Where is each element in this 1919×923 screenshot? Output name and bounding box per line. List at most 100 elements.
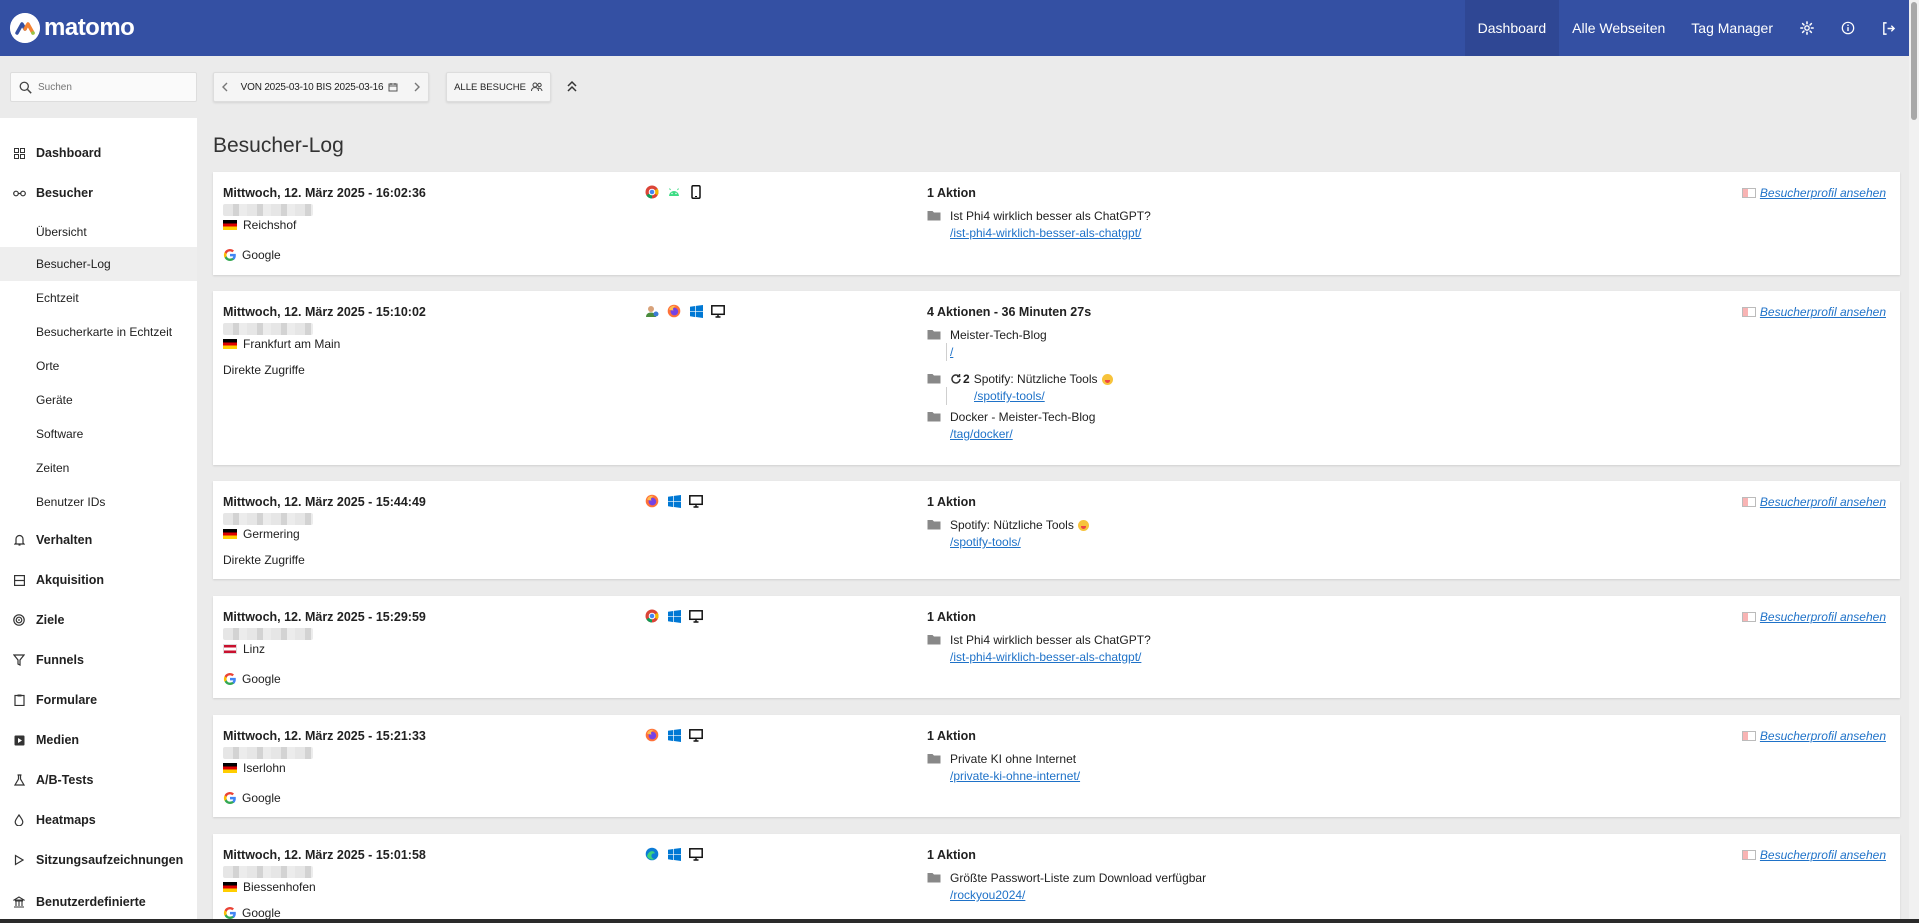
windows-icon[interactable]	[666, 846, 682, 862]
desktop-icon[interactable]	[688, 727, 704, 743]
action-url-link[interactable]: /spotify-tools/	[974, 389, 1045, 403]
sidebar-item-heatmaps[interactable]: Heatmaps	[0, 810, 197, 830]
visitor-profile-link[interactable]: Besucherprofil ansehen	[1741, 305, 1886, 319]
sidebar-item-sitzungsaufzeichnungen[interactable]: Sitzungsaufzeichnungen	[0, 850, 197, 870]
period-label[interactable]: VON 2025-03-10 BIS 2025-03-16	[236, 82, 388, 93]
sidebar-item-medien[interactable]: Medien	[0, 730, 197, 750]
folder-icon	[927, 520, 941, 530]
visitor-profile-link[interactable]: Besucherprofil ansehen	[1741, 495, 1886, 509]
windows-icon[interactable]	[666, 727, 682, 743]
sidebar-item-benutzerdefinierte[interactable]: Benutzerdefinierte	[0, 892, 197, 912]
calendar-icon[interactable]	[388, 82, 400, 92]
visitor-profile-link[interactable]: Besucherprofil ansehen	[1741, 729, 1886, 743]
sidebar-item-label: Übersicht	[36, 225, 87, 239]
action-url-link[interactable]: /	[950, 345, 953, 359]
action-url-link[interactable]: /rockyou2024/	[950, 888, 1025, 902]
windows-icon[interactable]	[666, 608, 682, 624]
period-selector[interactable]: VON 2025-03-10 BIS 2025-03-16	[213, 72, 429, 102]
visitor-profile-icon	[1741, 731, 1756, 741]
segment-selector[interactable]: ALLE BESUCHE	[446, 72, 551, 102]
smiley-emoji-icon	[1101, 373, 1113, 385]
action-title-group: 2 Spotify: Nützliche Tools	[950, 372, 1113, 386]
visit-location: Frankfurt am Main	[223, 337, 340, 351]
windows-icon[interactable]	[666, 493, 682, 509]
sidebar-item-software[interactable]: Software	[0, 424, 197, 444]
firefox-icon[interactable]	[644, 493, 660, 509]
desktop-icon[interactable]	[688, 493, 704, 509]
visit-action-summary: 1 Aktion	[927, 495, 976, 509]
smartphone-icon[interactable]	[688, 184, 704, 200]
collapse-toolbar-chevron-icon[interactable]	[565, 78, 579, 94]
search-box[interactable]	[10, 72, 197, 102]
topnav-dashboard[interactable]: Dashboard	[1464, 0, 1560, 56]
visitor-profile-link[interactable]: Besucherprofil ansehen	[1741, 610, 1886, 624]
sidebar-item-ab-tests[interactable]: A/B-Tests	[0, 770, 197, 790]
windows-icon[interactable]	[688, 303, 704, 319]
visit-action-summary: 1 Aktion	[927, 186, 976, 200]
sidebar-item-label: Sitzungsaufzeichnungen	[36, 853, 184, 867]
action-url-link[interactable]: /private-ki-ohne-internet/	[950, 769, 1080, 783]
topnav-all-websites[interactable]: Alle Webseiten	[1559, 0, 1678, 56]
germany-flag-icon	[223, 339, 237, 349]
sidebar-item-besucherkarte[interactable]: Besucherkarte in Echtzeit	[0, 322, 197, 342]
masked-ip	[223, 747, 313, 759]
sidebar-item-besucher[interactable]: Besucher	[0, 183, 197, 203]
visit-city: Reichshof	[243, 218, 297, 232]
visit-row: Mittwoch, 12. März 2025 - 15:44:49 Germe…	[213, 481, 1900, 579]
scrollbar-thumb[interactable]	[1911, 2, 1917, 120]
action-url-link[interactable]: /tag/docker/	[950, 427, 1013, 441]
sidebar-item-label: Geräte	[36, 393, 73, 407]
sidebar-item-uebersicht[interactable]: Übersicht	[0, 218, 197, 246]
referrer-label: Google	[242, 248, 281, 262]
desktop-icon[interactable]	[688, 608, 704, 624]
next-period-chevron-icon[interactable]	[406, 82, 428, 92]
germany-flag-icon	[223, 763, 237, 773]
action-url-link[interactable]: /spotify-tools/	[950, 535, 1021, 549]
sidebar-item-echtzeit[interactable]: Echtzeit	[0, 288, 197, 308]
chrome-icon[interactable]	[644, 184, 660, 200]
building-icon	[12, 895, 26, 909]
segment-label: ALLE BESUCHE	[454, 81, 526, 93]
edge-icon[interactable]	[644, 846, 660, 862]
google-icon	[223, 906, 236, 920]
action-title: Ist Phi4 wirklich besser als ChatGPT?	[950, 633, 1151, 647]
sidebar-item-verhalten[interactable]: Verhalten	[0, 530, 197, 550]
masked-ip	[223, 204, 313, 216]
search-input[interactable]	[38, 81, 188, 93]
topnav-tag-manager[interactable]: Tag Manager	[1678, 0, 1786, 56]
visitor-profile-link[interactable]: Besucherprofil ansehen	[1741, 186, 1886, 200]
info-icon[interactable]	[1827, 0, 1868, 56]
sidebar-item-label: Besucher-Log	[36, 257, 111, 271]
sidebar-item-benutzer-ids[interactable]: Benutzer IDs	[0, 492, 197, 512]
sidebar-item-dashboard[interactable]: Dashboard	[0, 143, 197, 163]
gear-icon[interactable]	[1786, 0, 1827, 56]
chrome-icon[interactable]	[644, 608, 660, 624]
sidebar-item-ziele[interactable]: Ziele	[0, 610, 197, 630]
folder-icon	[927, 211, 941, 221]
desktop-icon[interactable]	[688, 846, 704, 862]
page-scrollbar[interactable]	[1909, 0, 1919, 923]
sidebar-item-geraete[interactable]: Geräte	[0, 390, 197, 410]
matomo-logo[interactable]: matomo	[10, 13, 135, 43]
glasses-icon	[12, 186, 26, 200]
action-url-link[interactable]: /ist-phi4-wirklich-besser-als-chatgpt/	[950, 226, 1141, 240]
sidebar-item-formulare[interactable]: Formulare	[0, 690, 197, 710]
firefox-icon[interactable]	[644, 727, 660, 743]
sidebar-item-zeiten[interactable]: Zeiten	[0, 458, 197, 478]
returning-visitor-icon[interactable]	[644, 303, 660, 319]
action-url-link[interactable]: /ist-phi4-wirklich-besser-als-chatgpt/	[950, 650, 1141, 664]
firefox-icon[interactable]	[666, 303, 682, 319]
sidebar-item-funnels[interactable]: Funnels	[0, 650, 197, 670]
previous-period-chevron-icon[interactable]	[214, 82, 236, 92]
logout-icon[interactable]	[1868, 0, 1909, 56]
sidebar-item-besucher-log[interactable]: Besucher-Log	[0, 247, 197, 281]
android-icon[interactable]	[666, 184, 682, 200]
sidebar-item-label: Formulare	[36, 693, 98, 707]
sidebar-item-orte[interactable]: Orte	[0, 356, 197, 376]
sidebar-item-akquisition[interactable]: Akquisition	[0, 570, 197, 590]
desktop-icon[interactable]	[710, 303, 726, 319]
referrer-label: Direkte Zugriffe	[223, 553, 305, 567]
visitor-profile-link[interactable]: Besucherprofil ansehen	[1741, 848, 1886, 862]
visit-location: Iserlohn	[223, 761, 286, 775]
flask-icon	[12, 773, 26, 787]
